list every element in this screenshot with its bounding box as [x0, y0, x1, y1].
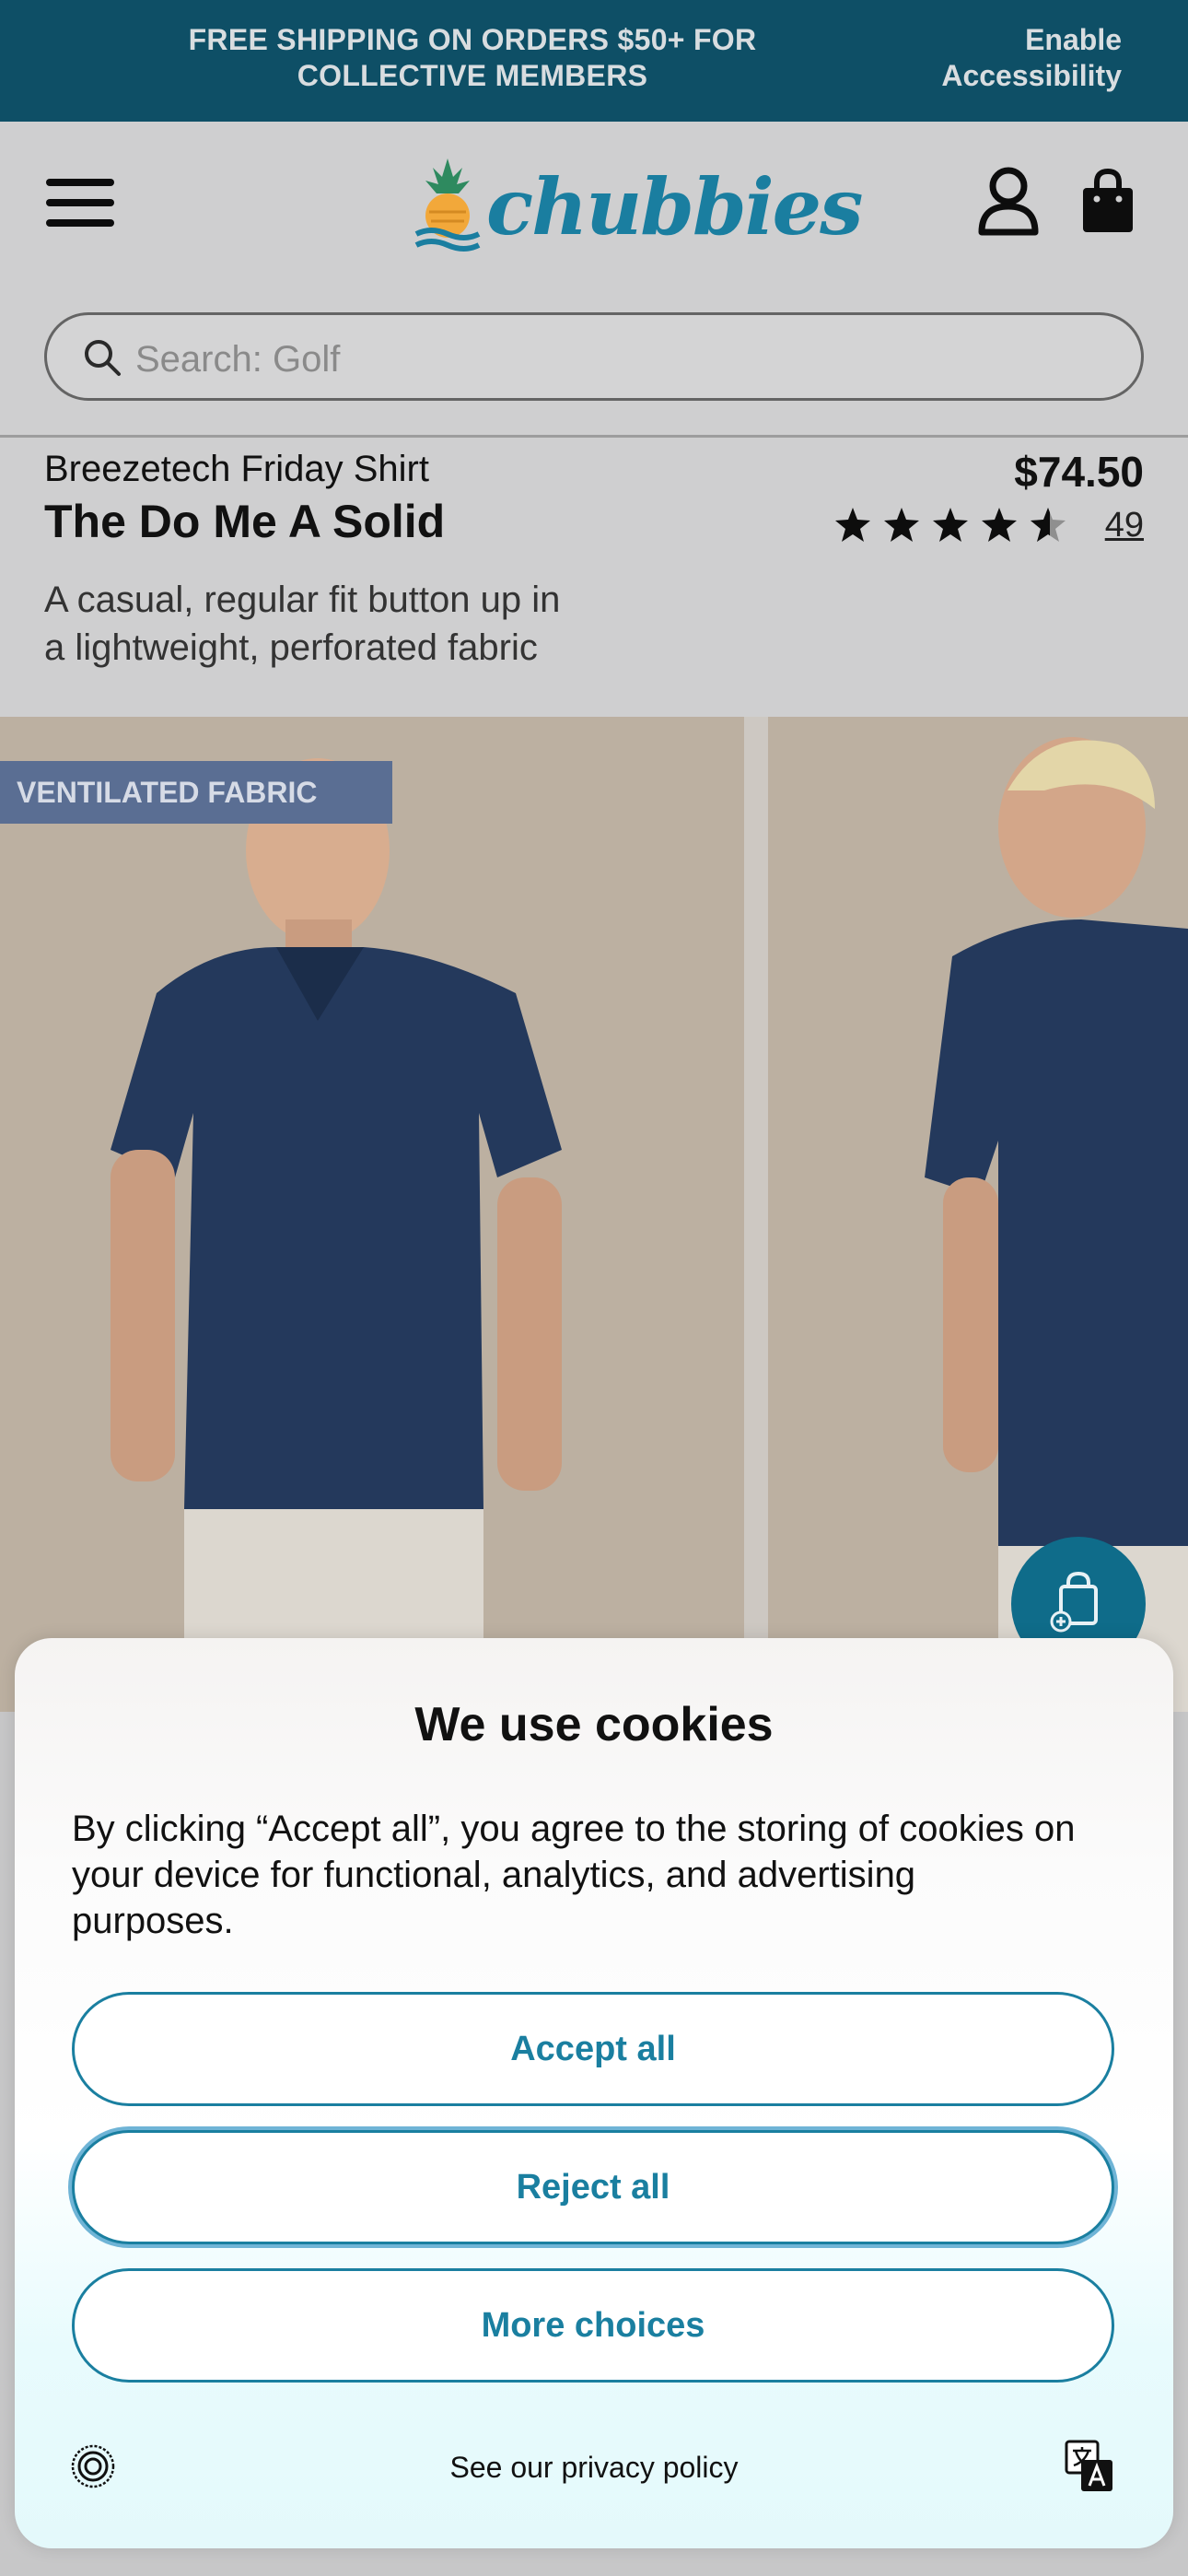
menu-icon[interactable] — [46, 175, 114, 230]
gallery-divider — [744, 717, 768, 1712]
pineapple-logo-icon — [414, 158, 481, 252]
model-front-illustration — [0, 717, 744, 1712]
star-icon — [933, 508, 968, 542]
brand-wordmark: chubbies — [486, 161, 863, 252]
badge-label: VENTILATED FABRIC — [17, 776, 318, 809]
search-icon — [85, 340, 121, 376]
star-icon — [884, 508, 919, 542]
accept-all-button[interactable]: Accept all — [72, 1992, 1114, 2106]
cookie-consent-dialog: We use cookies By clicking “Accept all”,… — [15, 1638, 1173, 2548]
promo-line-2: COLLECTIVE MEMBERS — [297, 59, 648, 92]
product-description: A casual, regular fit button up in a lig… — [44, 576, 707, 672]
enable-accessibility-link[interactable]: Enable Accessibility — [941, 22, 1122, 94]
product-name: The Do Me A Solid — [44, 496, 446, 547]
reject-all-button[interactable]: Reject all — [72, 2130, 1114, 2244]
product-gallery[interactable]: VENTILATED FABRIC — [0, 717, 1188, 1712]
announcement-bar: FREE SHIPPING ON ORDERS $50+ FOR COLLECT… — [0, 0, 1188, 122]
search-input[interactable]: Search: Golf — [135, 339, 340, 381]
ventilated-fabric-badge: VENTILATED FABRIC — [0, 761, 392, 824]
star-icon — [835, 508, 870, 542]
promo-line-1: FREE SHIPPING ON ORDERS $50+ FOR — [188, 23, 757, 56]
account-icon[interactable] — [976, 166, 1041, 236]
accessibility-line-2: Accessibility — [941, 59, 1122, 92]
search-field[interactable]: Search: Golf — [44, 312, 1144, 401]
star-icon — [982, 508, 1017, 542]
cookie-title: We use cookies — [414, 1698, 774, 1751]
product-info: Breezetech Friday Shirt The Do Me A Soli… — [0, 438, 1188, 717]
rating-stars[interactable] — [834, 502, 1074, 548]
description-line-2: a lightweight, perforated fabric — [44, 627, 538, 668]
product-price: $74.50 — [1014, 448, 1144, 496]
review-count-link[interactable]: 49 — [1105, 506, 1144, 545]
language-translate-icon[interactable] — [1065, 2440, 1114, 2493]
description-line-1: A casual, regular fit button up in — [44, 580, 561, 620]
site-header: chubbies Search: Golf — [0, 122, 1188, 435]
product-photo-front[interactable] — [0, 717, 744, 1712]
brand-logo[interactable]: chubbies — [413, 157, 863, 258]
product-collection: Breezetech Friday Shirt — [44, 449, 429, 489]
privacy-policy-link[interactable]: See our privacy policy — [15, 2451, 1173, 2485]
half-star-icon — [1031, 508, 1066, 542]
accessibility-line-1: Enable — [1025, 23, 1122, 56]
cookie-message: By clicking “Accept all”, you agree to t… — [72, 1809, 1076, 1941]
shopping-bag-icon[interactable] — [1079, 168, 1136, 236]
shipping-promo[interactable]: FREE SHIPPING ON ORDERS $50+ FOR COLLECT… — [138, 22, 807, 94]
more-choices-button[interactable]: More choices — [72, 2268, 1114, 2383]
